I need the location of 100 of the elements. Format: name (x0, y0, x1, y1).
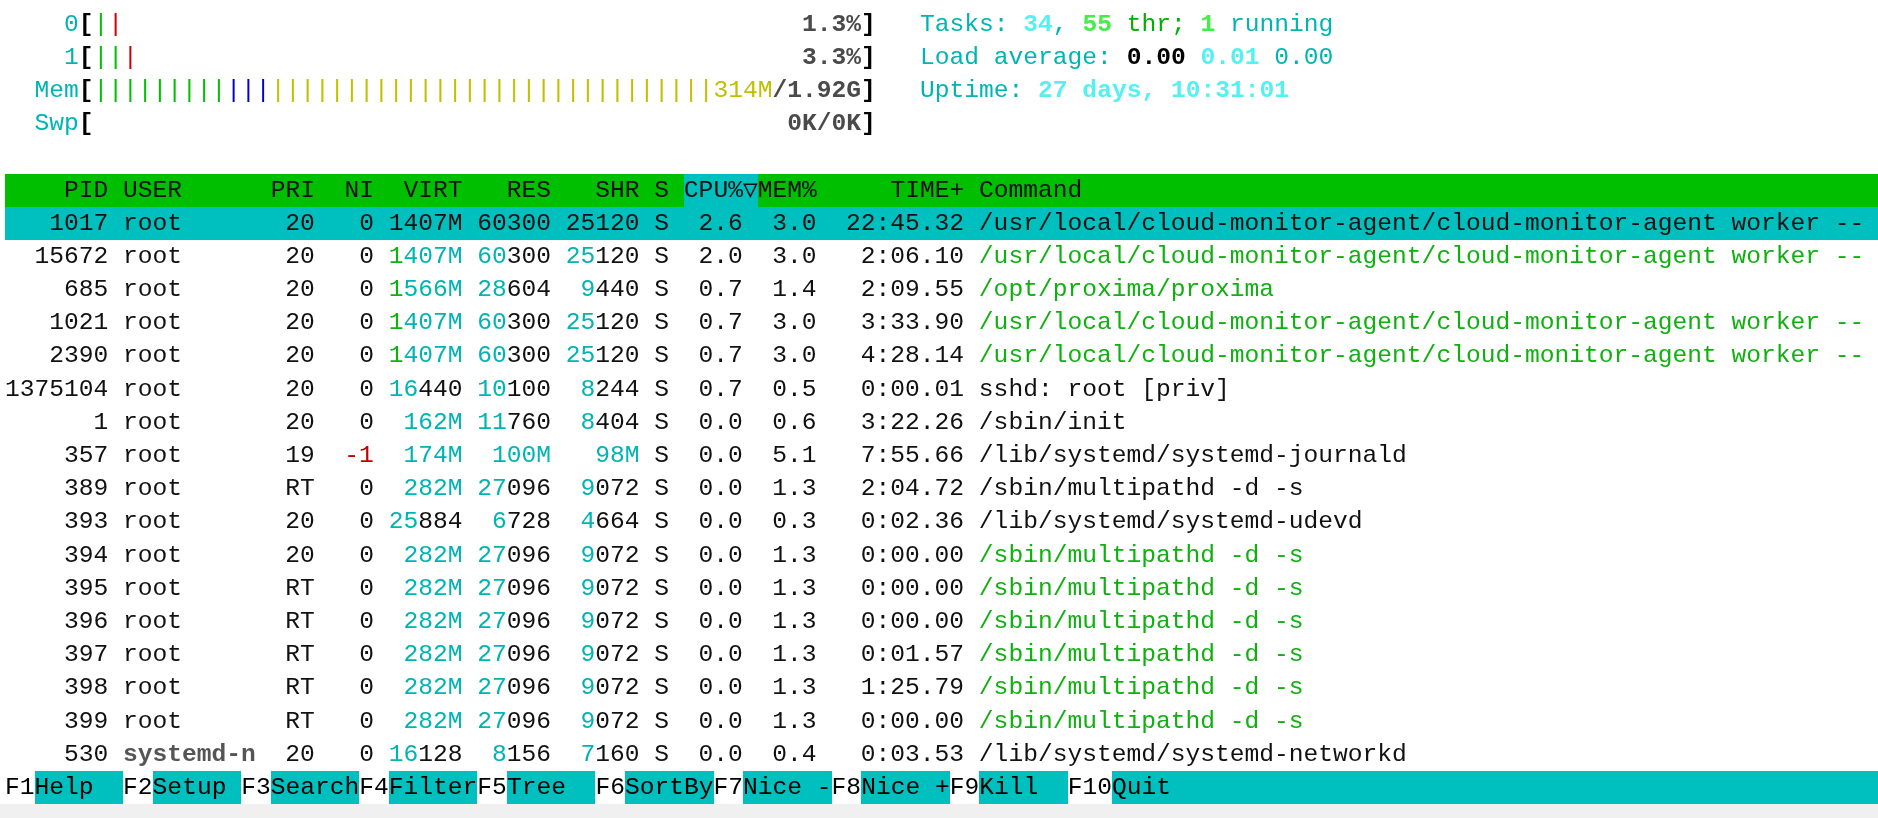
table-cell-text: 2:09.55 (859, 275, 965, 306)
column-header[interactable]: VIRT (388, 173, 478, 207)
table-cell-text: S (654, 706, 669, 737)
table-cell-text: 2.0 (697, 241, 743, 272)
table-cell-text: RT (284, 706, 315, 737)
table-cell-text: 0.7 (697, 275, 743, 306)
process-row[interactable]: 1 root 20 0 162M 11760 8404 S 0.0 0.6 3:22.26 /sbin/init (5, 405, 1878, 440)
command-cell-text: /usr/local/cloud-monitor-agent/cloud-monitor-agent worker -- (978, 208, 1866, 239)
column-header[interactable]: SHR (565, 173, 655, 207)
table-cell-text: 3:22.26 (859, 407, 965, 438)
table-cell-text: S (654, 474, 669, 505)
table-cell-text: 396 (63, 606, 109, 637)
table-cell-text: root (123, 308, 184, 339)
table-cell-text: 1.4 (771, 275, 817, 306)
table-cell-text: S (654, 407, 669, 438)
process-row[interactable]: 685 root 20 0 1566M 28604 9440 S 0.7 1.4 2:09.55 /opt/proxima/proxima (5, 273, 1878, 307)
table-cell-text: 20 (284, 208, 315, 239)
table-cell-text: S (654, 640, 669, 671)
process-row[interactable]: 396 root RT 0 282M 27096 9072 S 0.0 1.3 0:00.00 /sbin/multipathd -d -s (5, 604, 1878, 639)
meter-value: 1.3% (801, 9, 861, 40)
process-row[interactable]: 389 root RT 0 282M 27096 9072 S 0.0 1.3 2:04.72 /sbin/multipathd -d -s (5, 472, 1878, 506)
table-cell-text: 282M (402, 706, 463, 737)
process-row[interactable]: 397 root RT 0 282M 27096 9072 S 0.0 1.3 0:01.57 /sbin/multipathd -d -s (5, 638, 1878, 672)
footer-action-button[interactable]: SortBy (624, 770, 714, 805)
table-cell-text: 9072 (579, 640, 640, 671)
process-row[interactable]: 1017 root 20 0 1407M 60300 25120 S 2.6 3.0 22:45.32 /usr/local/cloud-monitor-agent/cloud-monitor-agent worker -- (5, 206, 1878, 240)
table-cell-text: 0.0 (697, 640, 743, 671)
table-cell-text: 27096 (477, 706, 551, 737)
table-cell-text: 3:33.90 (859, 308, 965, 339)
table-cell-text: 393 (63, 507, 109, 538)
meter-bar-label: ||||||||| (93, 75, 227, 106)
process-row[interactable]: 395 root RT 0 282M 27096 9072 S 0.0 1.3 0:00.00 /sbin/multipathd -d -s (5, 571, 1878, 605)
footer-action-button[interactable]: Nice + (861, 770, 950, 805)
footer-action-button[interactable]: Setup (152, 770, 242, 805)
status-line: Load average: 0.00 0.01 0.00 (920, 42, 1334, 73)
table-cell-text: 25120 (565, 341, 640, 372)
table-cell-text: 530 (63, 739, 109, 770)
footer-action-button[interactable]: Tree (506, 770, 596, 805)
column-header[interactable]: CPU%▽ (683, 173, 758, 207)
table-cell-text: 0 (358, 308, 374, 339)
meter-bracket: [ (78, 9, 94, 40)
process-row[interactable]: 398 root RT 0 282M 27096 9072 S 0.0 1.3 1:25.79 /sbin/multipathd -d -s (5, 671, 1878, 705)
table-cell-text: S (654, 507, 669, 538)
footer-action-button[interactable]: Quit (1112, 770, 1878, 805)
table-cell-text: 0 (358, 739, 374, 770)
table-cell-text: 0:00.00 (859, 573, 965, 604)
table-cell-text: 0:00.00 (859, 540, 965, 571)
table-cell-text: 282M (402, 573, 463, 604)
table-cell-text: 9072 (579, 474, 640, 505)
column-header[interactable]: RES (477, 173, 566, 207)
footer-action-button[interactable]: Help (34, 770, 124, 805)
table-cell-text: 19 (284, 441, 315, 472)
table-cell-text: 27096 (477, 673, 551, 704)
column-header[interactable]: S (654, 173, 684, 207)
table-cell-text: root (123, 374, 184, 405)
column-header[interactable]: TIME+ (831, 173, 979, 207)
table-cell-text: 1021 (48, 308, 109, 339)
column-header[interactable]: NI (329, 173, 389, 207)
table-cell-text: 27096 (477, 573, 551, 604)
table-cell-text: root (123, 673, 184, 704)
process-row[interactable]: 393 root 20 0 25884 6728 4664 S 0.0 0.3 0:02.36 /lib/systemd/systemd-udevd (5, 505, 1878, 539)
table-cell-text: 282M (402, 540, 463, 571)
process-row[interactable]: 1021 root 20 0 1407M 60300 25120 S 0.7 3.0 3:33.90 /usr/local/cloud-monitor-agent/cloud-monitor-agent worker -- (5, 306, 1878, 340)
table-cell-text: S (654, 374, 669, 405)
command-cell-text: /sbin/multipathd -d -s (978, 706, 1305, 737)
table-cell-text: 394 (63, 540, 109, 571)
process-row[interactable]: 399 root RT 0 282M 27096 9072 S 0.0 1.3 0:00.00 /sbin/multipathd -d -s (5, 704, 1878, 738)
process-row[interactable]: 394 root 20 0 282M 27096 9072 S 0.0 1.3 0:00.00 /sbin/multipathd -d -s (5, 538, 1878, 572)
table-cell-text: 20 (284, 275, 315, 306)
column-header[interactable]: PRI (270, 173, 330, 207)
meter-bracket: ] (861, 109, 876, 140)
column-header[interactable]: PID (5, 173, 124, 207)
table-cell-text: 20 (284, 374, 315, 405)
footer-action-button[interactable]: Kill (979, 770, 1068, 805)
table-cell-text: 0 (358, 507, 374, 538)
footer-action-button[interactable]: Filter (388, 770, 478, 805)
process-row[interactable]: 357 root 19 -1 174M 100M 98M S 0.0 5.1 7:55.66 /lib/systemd/systemd-journald (5, 439, 1878, 473)
table-cell-text: root (123, 441, 184, 472)
table-cell-text: 0.0 (697, 540, 743, 571)
table-cell-text: 27096 (477, 474, 551, 505)
table-cell-text: 0.3 (771, 507, 817, 538)
table-cell-text: 20 (284, 341, 315, 372)
table-cell-text: 25120 (565, 208, 640, 239)
table-cell-text: 60300 (477, 341, 551, 372)
column-header[interactable]: Command (979, 173, 1878, 207)
command-cell-text: /lib/systemd/systemd-networkd (978, 739, 1408, 770)
process-row[interactable]: 1375104 root 20 0 16440 10100 8244 S 0.7 0.5 0:00.01 sshd: root [priv] (5, 372, 1878, 406)
footer-action-button[interactable]: Nice - (743, 770, 832, 805)
process-row[interactable]: 530 systemd-n 20 0 16128 8156 7160 S 0.0 0.4 0:03.53 /lib/systemd/systemd-networkd (5, 737, 1878, 771)
column-header[interactable]: USER (123, 173, 271, 207)
process-row[interactable]: 15672 root 20 0 1407M 60300 25120 S 2.0 3.0 2:06.10 /usr/local/cloud-monitor-agent/cloud-monitor-agent worker -- (5, 239, 1878, 274)
table-cell-text: S (654, 441, 669, 472)
footer-action-button[interactable]: Search (270, 770, 360, 805)
table-cell-text: 0 (358, 275, 374, 306)
table-cell-text: 1407M (388, 341, 463, 372)
table-cell-text: S (654, 573, 669, 604)
table-cell-text: 0.0 (697, 407, 743, 438)
table-cell-text: root (123, 606, 184, 637)
process-row[interactable]: 2390 root 20 0 1407M 60300 25120 S 0.7 3.0 4:28.14 /usr/local/cloud-monitor-agent/cloud-monitor-agent worker -- (5, 339, 1878, 373)
table-cell-text: 1.3 (771, 474, 817, 505)
